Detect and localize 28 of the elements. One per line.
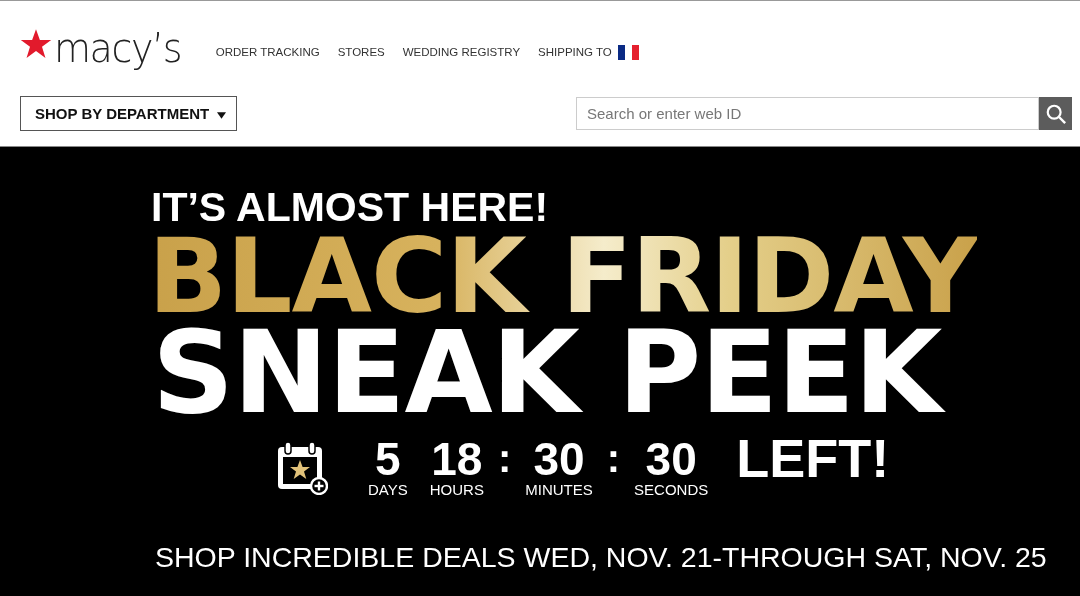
countdown-separator: : (497, 438, 512, 478)
hero-banner[interactable]: IT’S ALMOST HERE! BLACK FRIDAY SNEAK PEEK 5 DAYS 18 HOURS : 30 MINUTES : 30 SECONDS LEFT! SHOP INCREDIBLE DEALS WED, NOV. 21-THROUGH SAT, NOV. 25 (0, 147, 1080, 596)
hero-tagline: SHOP INCREDIBLE DEALS WED, NOV. 21-THROUGH SAT, NOV. 25 (155, 541, 1048, 574)
countdown-label: HOURS (429, 481, 484, 499)
countdown-label: DAYS (368, 481, 408, 499)
caret-icon (217, 112, 227, 119)
countdown-number: 18 (431, 437, 483, 481)
nav-link[interactable]: SHIPPING TO (538, 46, 612, 58)
hero-subheadline: SNEAK PEEK (152, 323, 1080, 423)
nav-link[interactable]: WEDDING REGISTRY (402, 46, 521, 58)
hero-kicker: IT’S ALMOST HERE! (151, 185, 550, 229)
logo-wordmark[interactable]: macy’s (54, 26, 181, 70)
flag-icon[interactable] (617, 44, 639, 60)
countdown-number: 30 (645, 437, 697, 481)
search-button[interactable] (1039, 97, 1072, 130)
countdown-label: SECONDS (634, 481, 709, 499)
search-field[interactable]: Search or enter web ID (576, 97, 1039, 130)
search-icon (1044, 102, 1067, 125)
countdown-separator: : (606, 438, 621, 478)
calendar-star-icon (276, 441, 328, 495)
department-dropdown[interactable]: SHOP BY DEPARTMENT (20, 96, 237, 131)
nav-link[interactable]: ORDER TRACKING (215, 46, 320, 58)
nav-link[interactable]: STORES (337, 46, 385, 58)
countdown-suffix: LEFT! (736, 433, 890, 483)
countdown-number: 30 (533, 437, 585, 481)
star-icon (20, 28, 52, 60)
countdown-number: 5 (375, 437, 401, 481)
countdown-label: MINUTES (525, 481, 593, 499)
